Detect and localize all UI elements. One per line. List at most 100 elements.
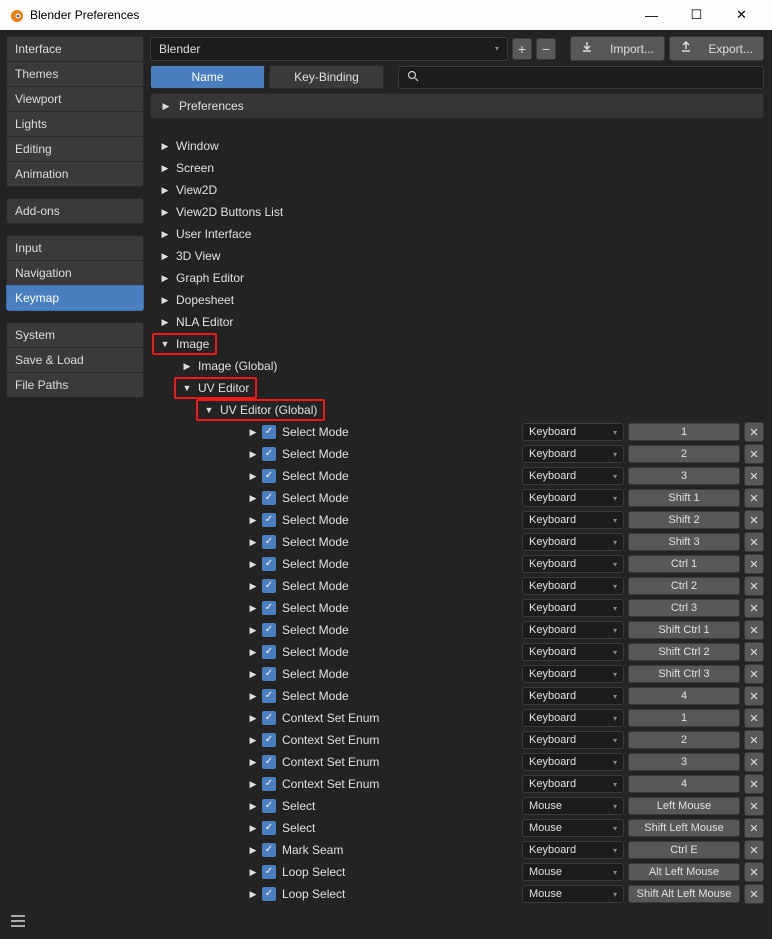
input-type-select[interactable]: Mouse▾ — [522, 797, 624, 815]
input-type-select[interactable]: Keyboard▾ — [522, 467, 624, 485]
key-binding[interactable]: Ctrl 3 — [628, 599, 740, 617]
delete-button[interactable]: ✕ — [744, 774, 764, 794]
key-binding[interactable]: 4 — [628, 687, 740, 705]
delete-button[interactable]: ✕ — [744, 576, 764, 596]
key-binding[interactable]: Shift Left Mouse — [628, 819, 740, 837]
key-binding[interactable]: Shift Alt Left Mouse — [628, 885, 740, 903]
key-binding[interactable]: Alt Left Mouse — [628, 863, 740, 881]
triangle-right-icon[interactable]: ▶ — [248, 845, 258, 856]
input-type-select[interactable]: Mouse▾ — [522, 819, 624, 837]
enable-checkbox[interactable]: ✓ — [262, 491, 276, 505]
minimize-button[interactable]: — — [629, 0, 674, 30]
enable-checkbox[interactable]: ✓ — [262, 689, 276, 703]
key-binding[interactable]: Ctrl E — [628, 841, 740, 859]
delete-button[interactable]: ✕ — [744, 488, 764, 508]
close-button[interactable]: ✕ — [719, 0, 764, 30]
triangle-right-icon[interactable]: ▶ — [248, 669, 258, 680]
tree-graph-editor[interactable]: ▶Graph Editor — [160, 267, 764, 289]
tree-image[interactable]: ▼Image — [160, 333, 764, 355]
tree-user-interface[interactable]: ▶User Interface — [160, 223, 764, 245]
input-type-select[interactable]: Mouse▾ — [522, 885, 624, 903]
input-type-select[interactable]: Keyboard▾ — [522, 423, 624, 441]
sidebar-item-lights[interactable]: Lights — [6, 111, 144, 137]
key-binding[interactable]: 2 — [628, 731, 740, 749]
triangle-right-icon[interactable]: ▶ — [248, 625, 258, 636]
input-type-select[interactable]: Keyboard▾ — [522, 533, 624, 551]
sidebar-item-viewport[interactable]: Viewport — [6, 86, 144, 112]
tree-nla-editor[interactable]: ▶NLA Editor — [160, 311, 764, 333]
preset-remove-button[interactable]: − — [536, 38, 556, 60]
delete-button[interactable]: ✕ — [744, 642, 764, 662]
delete-button[interactable]: ✕ — [744, 796, 764, 816]
maximize-button[interactable]: ☐ — [674, 0, 719, 30]
import-button[interactable]: Import... — [570, 36, 665, 61]
delete-button[interactable]: ✕ — [744, 466, 764, 486]
input-type-select[interactable]: Mouse▾ — [522, 863, 624, 881]
delete-button[interactable]: ✕ — [744, 510, 764, 530]
preset-add-button[interactable]: + — [512, 38, 532, 60]
triangle-right-icon[interactable]: ▶ — [248, 867, 258, 878]
enable-checkbox[interactable]: ✓ — [262, 623, 276, 637]
triangle-right-icon[interactable]: ▶ — [248, 559, 258, 570]
triangle-right-icon[interactable]: ▶ — [248, 823, 258, 834]
tree-view-d-buttons-list[interactable]: ▶View2D Buttons List — [160, 201, 764, 223]
input-type-select[interactable]: Keyboard▾ — [522, 841, 624, 859]
sidebar-item-input[interactable]: Input — [6, 235, 144, 261]
enable-checkbox[interactable]: ✓ — [262, 821, 276, 835]
enable-checkbox[interactable]: ✓ — [262, 447, 276, 461]
triangle-right-icon[interactable]: ▶ — [248, 889, 258, 900]
input-type-select[interactable]: Keyboard▾ — [522, 665, 624, 683]
enable-checkbox[interactable]: ✓ — [262, 579, 276, 593]
input-type-select[interactable]: Keyboard▾ — [522, 577, 624, 595]
key-binding[interactable]: 1 — [628, 423, 740, 441]
delete-button[interactable]: ✕ — [744, 730, 764, 750]
input-type-select[interactable]: Keyboard▾ — [522, 731, 624, 749]
enable-checkbox[interactable]: ✓ — [262, 645, 276, 659]
delete-button[interactable]: ✕ — [744, 686, 764, 706]
delete-button[interactable]: ✕ — [744, 532, 764, 552]
delete-button[interactable]: ✕ — [744, 664, 764, 684]
tree-uv-editor-global-[interactable]: ▼UV Editor (Global) — [160, 399, 764, 421]
delete-button[interactable]: ✕ — [744, 620, 764, 640]
key-binding[interactable]: 2 — [628, 445, 740, 463]
search-input[interactable] — [398, 66, 764, 89]
triangle-right-icon[interactable]: ▶ — [248, 779, 258, 790]
input-type-select[interactable]: Keyboard▾ — [522, 775, 624, 793]
delete-button[interactable]: ✕ — [744, 422, 764, 442]
triangle-right-icon[interactable]: ▶ — [248, 757, 258, 768]
input-type-select[interactable]: Keyboard▾ — [522, 643, 624, 661]
input-type-select[interactable]: Keyboard▾ — [522, 555, 624, 573]
enable-checkbox[interactable]: ✓ — [262, 777, 276, 791]
delete-button[interactable]: ✕ — [744, 752, 764, 772]
key-binding[interactable]: Ctrl 1 — [628, 555, 740, 573]
sidebar-item-keymap[interactable]: Keymap — [6, 285, 144, 311]
delete-button[interactable]: ✕ — [744, 818, 764, 838]
tree-view-d[interactable]: ▶View2D — [160, 179, 764, 201]
delete-button[interactable]: ✕ — [744, 708, 764, 728]
input-type-select[interactable]: Keyboard▾ — [522, 599, 624, 617]
enable-checkbox[interactable]: ✓ — [262, 799, 276, 813]
enable-checkbox[interactable]: ✓ — [262, 843, 276, 857]
delete-button[interactable]: ✕ — [744, 884, 764, 904]
input-type-select[interactable]: Keyboard▾ — [522, 511, 624, 529]
enable-checkbox[interactable]: ✓ — [262, 755, 276, 769]
triangle-right-icon[interactable]: ▶ — [248, 801, 258, 812]
enable-checkbox[interactable]: ✓ — [262, 425, 276, 439]
enable-checkbox[interactable]: ✓ — [262, 733, 276, 747]
tree-image-global-[interactable]: ▶Image (Global) — [160, 355, 764, 377]
tab-keybinding[interactable]: Key-Binding — [269, 65, 384, 89]
key-binding[interactable]: Shift Ctrl 3 — [628, 665, 740, 683]
sidebar-item-editing[interactable]: Editing — [6, 136, 144, 162]
export-button[interactable]: Export... — [669, 36, 764, 61]
key-binding[interactable]: Shift 2 — [628, 511, 740, 529]
hamburger-menu[interactable] — [10, 914, 26, 933]
key-binding[interactable]: Left Mouse — [628, 797, 740, 815]
enable-checkbox[interactable]: ✓ — [262, 711, 276, 725]
input-type-select[interactable]: Keyboard▾ — [522, 445, 624, 463]
key-binding[interactable]: Shift Ctrl 1 — [628, 621, 740, 639]
enable-checkbox[interactable]: ✓ — [262, 469, 276, 483]
triangle-right-icon[interactable]: ▶ — [248, 493, 258, 504]
sidebar-item-animation[interactable]: Animation — [6, 161, 144, 187]
key-binding[interactable]: 3 — [628, 467, 740, 485]
sidebar-item-navigation[interactable]: Navigation — [6, 260, 144, 286]
